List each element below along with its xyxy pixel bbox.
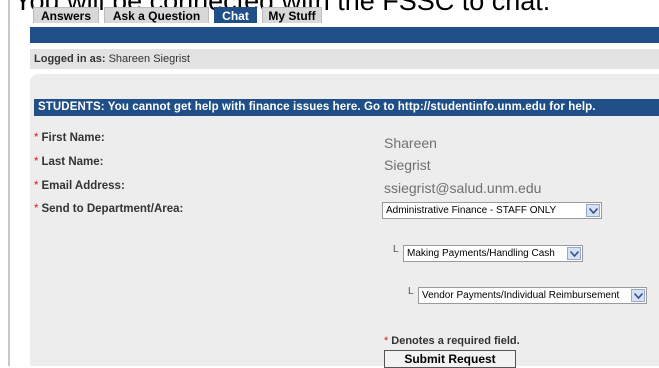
required-mark: * [384,335,389,347]
left-border [8,0,10,366]
last-name-value: Siegrist [384,157,431,173]
tab-ask-a-question[interactable]: Ask a Question [104,7,209,23]
sub-category-select[interactable]: Making Payments/Handling Cash [403,245,583,262]
first-name-value: Shareen [384,135,437,151]
required-note: * Denotes a required field. [384,335,520,347]
sub-level-icon: L [393,244,399,255]
first-name-label: * First Name: [34,132,105,144]
student-notice: STUDENTS: You cannot get help with finan… [34,99,659,116]
email-value: ssiegrist@salud.unm.edu [384,180,542,196]
chevron-down-icon[interactable] [631,289,645,302]
tab-my-stuff[interactable]: My Stuff [262,7,322,23]
sub-category-select-value: Making Payments/Handling Cash [407,248,555,259]
tab-answers[interactable]: Answers [33,7,99,23]
required-mark: * [34,156,39,168]
tab-chat[interactable]: Chat [214,7,257,23]
login-status: Logged in as: Shareen Siegrist [30,49,659,69]
chevron-down-icon[interactable] [567,247,581,260]
nav-bar [30,27,659,43]
form-panel [30,74,659,366]
required-mark: * [34,132,39,144]
login-user: Shareen Siegrist [108,53,190,65]
department-label: * Send to Department/Area: [34,203,184,215]
topic-select[interactable]: Vendor Payments/Individual Reimbursement [418,287,647,304]
email-label: * Email Address: [34,180,125,192]
department-select-value: Administrative Finance - STAFF ONLY [386,205,557,216]
required-mark: * [34,180,39,192]
required-mark: * [34,203,39,215]
topic-select-value: Vendor Payments/Individual Reimbursement [422,290,620,301]
department-select[interactable]: Administrative Finance - STAFF ONLY [382,202,602,219]
last-name-label: * Last Name: [34,156,104,168]
chevron-down-icon[interactable] [586,204,600,217]
sub-level-icon: L [408,286,414,297]
submit-request-button[interactable]: Submit Request [384,350,516,368]
login-prefix: Logged in as: [34,53,106,65]
